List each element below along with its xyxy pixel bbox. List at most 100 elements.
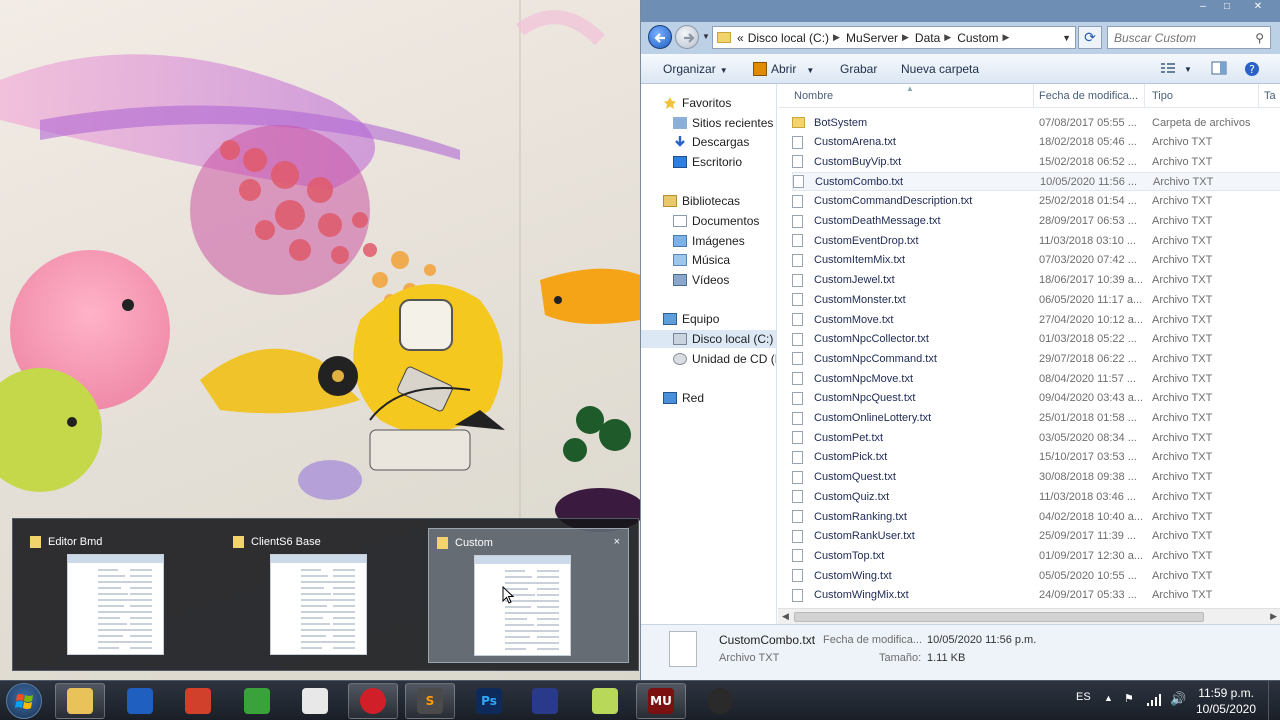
- window-preview[interactable]: [67, 554, 164, 655]
- file-row[interactable]: CustomRanking.txt 04/02/2018 10:40 a... Ar…: [792, 507, 1280, 526]
- scroll-right-icon[interactable]: ▶: [1270, 611, 1277, 622]
- file-row[interactable]: CustomMove.txt 27/04/2020 10:12 a... Archi…: [792, 310, 1280, 329]
- scroll-left-icon[interactable]: ◀: [782, 611, 789, 622]
- horizontal-scrollbar[interactable]: ◀ ▶: [778, 608, 1280, 624]
- network-signal-icon[interactable]: [1146, 693, 1162, 707]
- nav-favorites[interactable]: Favoritos: [663, 94, 731, 112]
- clock-time[interactable]: 11:59 p.m.: [1198, 686, 1254, 700]
- breadcrumb-separator-icon[interactable]: ▶: [833, 32, 840, 43]
- column-divider[interactable]: [1144, 84, 1145, 108]
- taskbar-app-button[interactable]: MU: [636, 683, 686, 719]
- start-button[interactable]: [6, 683, 42, 719]
- nav-cd-drive[interactable]: Unidad de CD (D: [673, 350, 776, 368]
- view-options-icon[interactable]: [1160, 61, 1176, 75]
- show-hidden-icons-icon[interactable]: ▲: [1104, 693, 1113, 703]
- file-row[interactable]: CustomQuiz.txt 11/03/2018 03:46 ... Archiv…: [792, 487, 1280, 506]
- preview-pane-icon[interactable]: [1211, 61, 1227, 75]
- file-row[interactable]: CustomArena.txt 18/02/2018 05:46 ... Archi…: [792, 133, 1280, 152]
- file-row[interactable]: CustomNpcCollector.txt 01/03/2018 05:22 .…: [792, 330, 1280, 349]
- organize-button[interactable]: Organizar ▼: [663, 62, 728, 76]
- taskbar-app-button[interactable]: [115, 683, 165, 719]
- taskbar-app-button[interactable]: S: [405, 683, 455, 719]
- file-row[interactable]: CustomBuyVip.txt 15/02/2018 06:52 ... Arch…: [792, 152, 1280, 171]
- refresh-button[interactable]: ⟳: [1078, 26, 1102, 49]
- show-desktop-button[interactable]: [1268, 681, 1280, 720]
- window-preview[interactable]: [474, 555, 571, 656]
- open-button[interactable]: Abrir ▼: [753, 62, 814, 76]
- file-row[interactable]: CustomOnlineLottery.txt 25/01/2018 01:58 …: [792, 409, 1280, 428]
- nav-computer[interactable]: Equipo: [663, 310, 719, 328]
- column-type[interactable]: Tipo: [1152, 90, 1173, 102]
- file-row[interactable]: CustomWing.txt 05/05/2020 10:55 ... Archiv…: [792, 566, 1280, 585]
- folder-row[interactable]: BotSystem 07/08/2017 05:55 ... Carpeta de …: [792, 113, 1280, 132]
- scrollbar-thumb[interactable]: [794, 612, 1204, 622]
- thumbnail-close-button[interactable]: ×: [614, 536, 620, 548]
- column-divider[interactable]: [1033, 84, 1034, 108]
- file-row[interactable]: CustomNpcQuest.txt 09/04/2020 03:43 a... A…: [792, 389, 1280, 408]
- breadcrumb-separator-icon[interactable]: ▶: [902, 32, 909, 43]
- taskbar-app-button[interactable]: [520, 683, 570, 719]
- burn-button[interactable]: Grabar: [840, 62, 877, 76]
- window-preview[interactable]: [270, 554, 367, 655]
- close-button[interactable]: ✕: [1240, 0, 1276, 14]
- breadcrumb-local-disk[interactable]: Disco local (C:): [748, 31, 829, 45]
- nav-videos[interactable]: Vídeos: [673, 271, 729, 289]
- file-row[interactable]: CustomItemMix.txt 07/03/2020 07:42 ... Arc…: [792, 251, 1280, 270]
- file-row[interactable]: CustomCommandDescription.txt 25/02/2018 0…: [792, 192, 1280, 211]
- nav-desktop[interactable]: Escritorio: [673, 153, 742, 171]
- breadcrumb-separator-icon[interactable]: ▶: [944, 32, 951, 43]
- file-row[interactable]: CustomTop.txt 01/09/2017 12:30 a... Archiv…: [792, 546, 1280, 565]
- nav-music[interactable]: Música: [673, 251, 730, 269]
- volume-icon[interactable]: 🔊: [1170, 691, 1186, 707]
- nav-documents[interactable]: Documentos: [673, 212, 759, 230]
- taskbar-app-button[interactable]: [55, 683, 105, 719]
- column-name[interactable]: Nombre: [794, 90, 833, 102]
- nav-local-disk[interactable]: Disco local (C:): [641, 330, 776, 348]
- breadcrumb-overflow[interactable]: «: [737, 31, 744, 45]
- file-row[interactable]: CustomNpcMove.txt 08/04/2020 11:57 ... Arc…: [792, 369, 1280, 388]
- clock-date[interactable]: 10/05/2020: [1196, 702, 1256, 716]
- file-row[interactable]: CustomEventDrop.txt 11/03/2018 03:10 ... A…: [792, 231, 1280, 250]
- taskbar-app-button[interactable]: [290, 683, 340, 719]
- search-input[interactable]: [1108, 27, 1248, 48]
- minimize-button[interactable]: –: [1192, 0, 1214, 14]
- thumbnail-custom[interactable]: Custom ×: [428, 528, 629, 663]
- new-folder-button[interactable]: Nueva carpeta: [901, 62, 979, 76]
- file-row[interactable]: CustomQuest.txt 30/08/2018 09:38 ... Archi…: [792, 468, 1280, 487]
- column-size[interactable]: Ta: [1264, 90, 1276, 102]
- thumbnail-clients6-base[interactable]: ClientS6 Base: [225, 528, 426, 663]
- taskbar-app-button[interactable]: [580, 683, 630, 719]
- taskbar-app-button[interactable]: [695, 683, 745, 719]
- help-icon[interactable]: ?: [1244, 61, 1260, 77]
- nav-libraries[interactable]: Bibliotecas: [663, 192, 740, 210]
- nav-images[interactable]: Imágenes: [673, 232, 745, 250]
- file-row[interactable]: CustomPick.txt 15/10/2017 03:53 ... Archiv…: [792, 448, 1280, 467]
- taskbar-app-button[interactable]: Ps: [464, 683, 514, 719]
- taskbar-app-button[interactable]: [348, 683, 398, 719]
- action-center-icon[interactable]: ⚑: [1124, 692, 1134, 705]
- file-row[interactable]: CustomMonster.txt 06/05/2020 11:17 a... Ar…: [792, 290, 1280, 309]
- maximize-button[interactable]: □: [1216, 0, 1238, 14]
- recent-pages-dropdown[interactable]: ▼: [702, 32, 710, 41]
- file-row[interactable]: CustomRankUser.txt 25/09/2017 11:39 ... Ar…: [792, 527, 1280, 546]
- chevron-down-icon[interactable]: ▼: [1184, 65, 1192, 74]
- file-row[interactable]: CustomPet.txt 03/05/2020 08:34 ... Archivo…: [792, 428, 1280, 447]
- nav-recent-places[interactable]: Sitios recientes: [673, 114, 773, 132]
- nav-network[interactable]: Red: [663, 389, 704, 407]
- search-box[interactable]: ⚲: [1107, 26, 1271, 49]
- breadcrumb-custom[interactable]: Custom: [957, 31, 998, 45]
- file-row[interactable]: CustomJewel.txt 18/06/2017 10:39 a... Arch…: [792, 271, 1280, 290]
- address-bar[interactable]: « Disco local (C:) ▶ MuServer ▶ Data ▶ C…: [712, 26, 1076, 49]
- breadcrumb-separator-icon[interactable]: ▶: [1003, 32, 1010, 43]
- file-row[interactable]: CustomCombo.txt 10/05/2020 11:56 ... Archi…: [792, 172, 1280, 192]
- column-date[interactable]: Fecha de modifica...: [1039, 90, 1138, 102]
- thumbnail-editor-bmd[interactable]: Editor Bmd: [22, 528, 223, 663]
- nav-downloads[interactable]: Descargas: [673, 133, 749, 151]
- column-divider[interactable]: [1258, 84, 1259, 108]
- back-button[interactable]: [648, 25, 672, 49]
- taskbar-app-button[interactable]: [173, 683, 223, 719]
- forward-button[interactable]: [675, 25, 699, 49]
- file-row[interactable]: CustomNpcCommand.txt 29/07/2018 06:22 ...…: [792, 349, 1280, 368]
- chevron-down-icon[interactable]: ▼: [1062, 33, 1071, 43]
- taskbar-app-button[interactable]: [232, 683, 282, 719]
